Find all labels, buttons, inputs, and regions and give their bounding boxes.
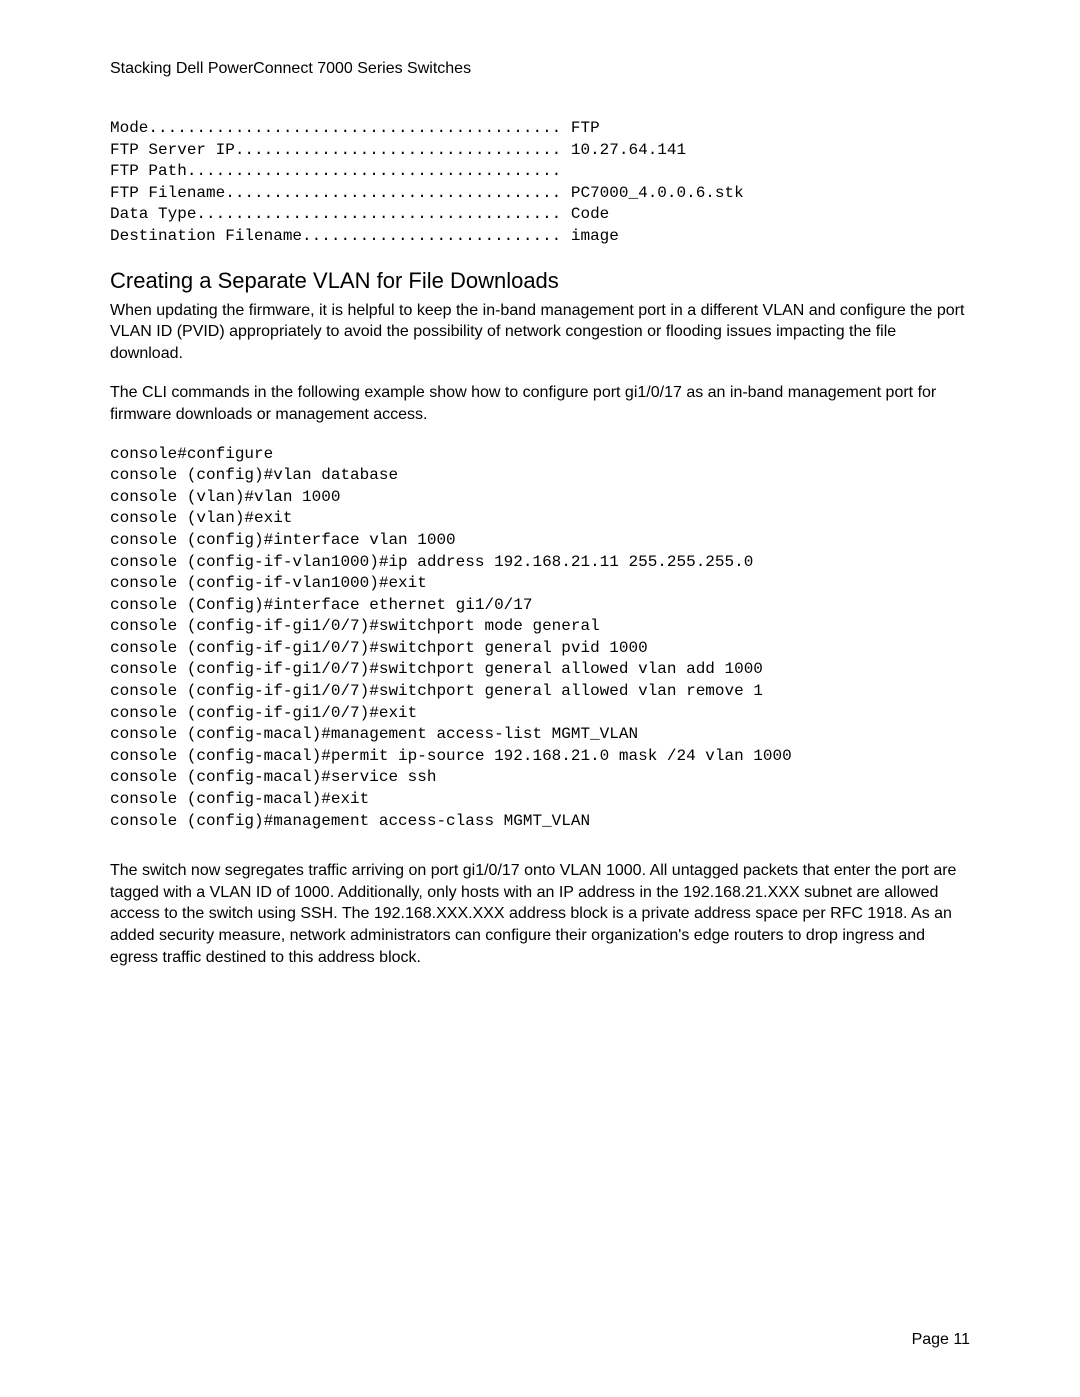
paragraph-1: When updating the firmware, it is helpfu… <box>110 300 970 365</box>
header-title: Stacking Dell PowerConnect 7000 Series S… <box>110 60 471 77</box>
page-footer: Page 11 <box>912 1331 970 1349</box>
paragraph-3: The switch now segregates traffic arrivi… <box>110 860 970 968</box>
cli-commands-block: console#configure console (config)#vlan … <box>110 444 970 833</box>
config-output-block: Mode....................................… <box>110 118 970 248</box>
paragraph-2: The CLI commands in the following exampl… <box>110 382 970 425</box>
document-header: Stacking Dell PowerConnect 7000 Series S… <box>110 60 970 78</box>
section-heading: Creating a Separate VLAN for File Downlo… <box>110 268 970 294</box>
page-number: Page 11 <box>912 1331 970 1348</box>
